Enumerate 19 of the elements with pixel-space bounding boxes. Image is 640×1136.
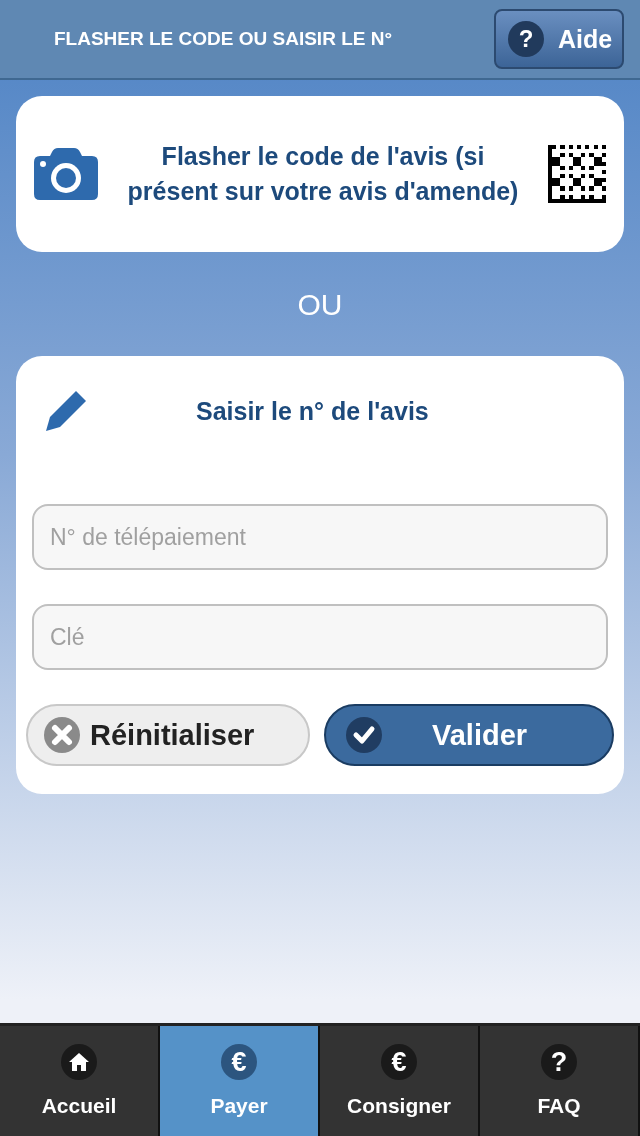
reset-button[interactable]: Réinitialiser (26, 704, 310, 766)
help-button[interactable]: ? Aide (494, 9, 624, 69)
separator-text: OU (296, 288, 344, 322)
input-field[interactable]: N° de télépaiement (32, 504, 608, 570)
clear-icon (44, 717, 80, 753)
entry-title: Saisir le n° de l'avis (196, 396, 429, 426)
scan-card[interactable]: Flasher le code de l'avis (si présent sur votre avis d'amende) (16, 96, 624, 252)
tab[interactable]: € Payer (160, 1026, 320, 1136)
qr-code-icon (548, 145, 606, 203)
tab-icon: € (221, 1044, 257, 1080)
tab-icon: € (381, 1044, 417, 1080)
submit-button[interactable]: Valider (324, 704, 614, 766)
camera-icon (34, 148, 98, 200)
checkmark-icon (346, 717, 382, 753)
tab-icon: ? (541, 1044, 577, 1080)
scan-instruction: Flasher le code de l'avis (si présent sur votre avis d'amende) (126, 141, 520, 207)
screen-title: FLASHER LE CODE OU SAISIR LE N° (54, 28, 392, 50)
home-icon (61, 1044, 97, 1080)
input-field[interactable]: Clé (32, 604, 608, 670)
